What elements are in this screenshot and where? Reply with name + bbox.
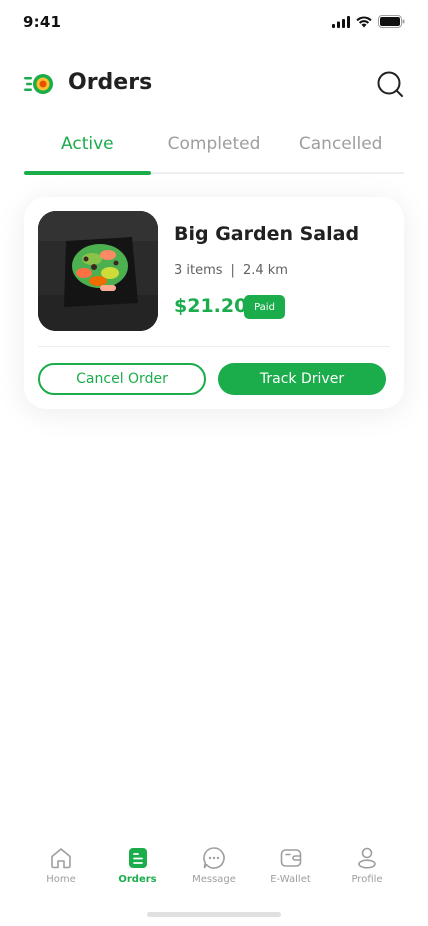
food-image xyxy=(38,211,158,331)
nav-ewallet[interactable]: E-Wallet xyxy=(253,846,329,894)
track-driver-button[interactable]: Track Driver xyxy=(218,363,386,395)
nav-orders[interactable]: Orders xyxy=(100,846,176,894)
order-item-name: Big Garden Salad xyxy=(174,223,360,245)
tab-cancelled[interactable]: Cancelled xyxy=(277,128,404,172)
search-icon[interactable] xyxy=(376,70,404,98)
header: Orders xyxy=(0,64,428,104)
nav-orders-label: Orders xyxy=(118,874,157,885)
order-card[interactable]: Big Garden Salad 3 items | 2.4 km $21.20… xyxy=(24,197,404,409)
nav-profile-label: Profile xyxy=(351,874,383,885)
cancel-order-button[interactable]: Cancel Order xyxy=(38,363,206,395)
payment-status-badge: Paid xyxy=(244,295,285,319)
nav-home-label: Home xyxy=(46,874,76,885)
item-count: 3 items xyxy=(174,263,223,278)
wifi-icon xyxy=(356,15,372,27)
tab-completed[interactable]: Completed xyxy=(151,128,278,172)
app-logo xyxy=(24,74,53,94)
tab-active[interactable]: Active xyxy=(24,128,151,175)
nav-profile[interactable]: Profile xyxy=(329,846,405,894)
wallet-icon xyxy=(280,849,301,867)
meta-separator: | xyxy=(230,263,235,278)
battery-icon xyxy=(378,15,405,28)
status-time: 9:41 xyxy=(23,13,62,31)
home-indicator xyxy=(147,912,281,917)
profile-icon xyxy=(358,847,376,869)
card-divider xyxy=(38,346,390,347)
status-bar: 9:41 xyxy=(0,0,428,44)
order-price: $21.20 xyxy=(174,295,248,317)
page-title: Orders xyxy=(68,70,153,95)
status-icons xyxy=(332,15,405,28)
signal-icon xyxy=(332,15,350,28)
nav-home[interactable]: Home xyxy=(23,846,99,894)
nav-message[interactable]: Message xyxy=(176,846,252,894)
bottom-nav: Home Orders Message E-Wallet Profile xyxy=(0,846,428,894)
order-status-tabs: Active Completed Cancelled xyxy=(24,128,404,175)
message-icon xyxy=(203,847,225,869)
delivery-distance: 2.4 km xyxy=(242,263,288,278)
nav-ewallet-label: E-Wallet xyxy=(270,874,311,885)
orders-icon xyxy=(128,848,147,868)
order-meta: 3 items | 2.4 km xyxy=(174,263,288,278)
nav-message-label: Message xyxy=(192,874,236,885)
home-icon xyxy=(51,848,71,869)
